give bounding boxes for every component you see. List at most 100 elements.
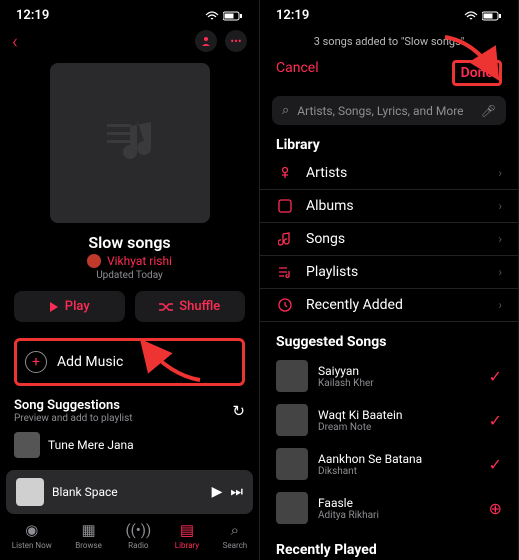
- recent-section-label: Recently Played: [260, 530, 518, 560]
- library-row-songs[interactable]: Songs ›: [260, 223, 518, 256]
- now-playing-artwork: [16, 478, 44, 506]
- playlist-artwork: [0, 63, 259, 223]
- status-bar: 12:19: [0, 0, 259, 25]
- add-music-label: Add Music: [57, 354, 123, 370]
- shuffle-button[interactable]: Shuffle: [135, 291, 246, 322]
- playlist-title: Slow songs: [0, 233, 259, 252]
- suggestion-title: Tune Mere Jana: [48, 438, 134, 452]
- song-artist: Dikshant: [318, 466, 479, 477]
- library-row-label: Albums: [306, 198, 486, 214]
- wifi-icon: [464, 11, 478, 21]
- phone-left-playlist: 12:19 ‹ ••• Slow songs Vi: [0, 0, 259, 560]
- song-artwork: [276, 492, 308, 524]
- cancel-button[interactable]: Cancel: [276, 60, 319, 86]
- play-button[interactable]: Play: [14, 291, 125, 322]
- tab-listen-now[interactable]: ◉ Listen Now: [12, 521, 52, 550]
- song-artist: Aditya Rikhari: [318, 510, 479, 521]
- add-circle-icon[interactable]: ⊕: [489, 499, 502, 518]
- header-actions: •••: [195, 30, 247, 52]
- library-row-label: Recently Added: [306, 297, 486, 313]
- search-icon: ⌕: [231, 521, 239, 539]
- song-title: Faasle: [318, 496, 479, 510]
- status-bar: 12:19: [260, 0, 518, 25]
- tab-library[interactable]: ▤ Library: [175, 521, 199, 550]
- back-button[interactable]: ‹: [12, 29, 18, 53]
- status-time: 12:19: [276, 8, 309, 23]
- chevron-right-icon: ›: [498, 232, 502, 246]
- chevron-right-icon: ›: [498, 298, 502, 312]
- songs-icon: [276, 232, 294, 246]
- suggestion-artwork: [14, 432, 40, 458]
- battery-icon: [223, 11, 243, 21]
- library-section-label: Library: [260, 125, 518, 157]
- playlist-author: Vikhyat rishi: [107, 254, 172, 268]
- status-time: 12:19: [16, 8, 49, 23]
- tab-radio[interactable]: ((•)) Radio: [125, 521, 151, 550]
- avatar: [87, 254, 101, 268]
- albums-icon: [276, 199, 294, 213]
- tab-bar: ◉ Listen Now ▦ Browse ((•)) Radio ▤ Libr…: [0, 515, 259, 560]
- refresh-button[interactable]: ↻: [232, 402, 245, 420]
- play-shuffle-row: Play Shuffle: [0, 281, 259, 332]
- chevron-right-icon: ›: [498, 199, 502, 213]
- song-text: SaiyyanKailash Kher: [318, 364, 479, 389]
- dictation-icon[interactable]: 🎤︎: [481, 104, 496, 118]
- library-row-label: Artists: [306, 165, 486, 181]
- battery-icon: [482, 11, 502, 21]
- song-title: Saiyyan: [318, 364, 479, 378]
- playlist-author-row[interactable]: Vikhyat rishi: [0, 254, 259, 268]
- suggestion-item[interactable]: Tune Mere Jana: [14, 432, 245, 458]
- song-text: Aankhon Se BatanaDikshant: [318, 452, 479, 477]
- artists-icon: [276, 166, 294, 180]
- search-placeholder: Artists, Songs, Lyrics, and More: [297, 104, 472, 118]
- suggested-song-row[interactable]: FaasleAditya Rikhari ⊕: [260, 486, 518, 530]
- library-row-label: Playlists: [306, 264, 486, 280]
- library-row-label: Songs: [306, 231, 486, 247]
- suggested-song-row[interactable]: SaiyyanKailash Kher ✓: [260, 354, 518, 398]
- forward-icon[interactable]: ⏭: [230, 484, 243, 500]
- suggested-song-row[interactable]: Aankhon Se BatanaDikshant ✓: [260, 442, 518, 486]
- checkmark-icon: ✓: [489, 367, 502, 386]
- song-artwork: [276, 360, 308, 392]
- radio-icon: ((•)): [125, 521, 151, 539]
- library-row-recent[interactable]: Recently Added ›: [260, 289, 518, 322]
- checkmark-icon: ✓: [489, 411, 502, 430]
- library-row-playlists[interactable]: Playlists›: [260, 256, 518, 289]
- song-text: Waqt Ki BaateinDream Note: [318, 408, 479, 433]
- library-row-artists[interactable]: Artists ›: [260, 157, 518, 190]
- suggested-song-row[interactable]: Waqt Ki BaateinDream Note ✓: [260, 398, 518, 442]
- checkmark-icon: ✓: [489, 455, 502, 474]
- tab-browse[interactable]: ▦ Browse: [75, 521, 102, 550]
- play-icon: [49, 302, 59, 312]
- library-row-albums[interactable]: Albums ›: [260, 190, 518, 223]
- more-button[interactable]: •••: [225, 30, 247, 52]
- song-text: FaasleAditya Rikhari: [318, 496, 479, 521]
- done-button[interactable]: Done: [452, 60, 502, 86]
- person-icon: [200, 35, 212, 47]
- play-circle-icon: ◉: [25, 521, 38, 539]
- tab-search[interactable]: ⌕ Search: [223, 521, 248, 550]
- now-playing-title: Blank Space: [52, 485, 204, 499]
- play-pause-icon[interactable]: ▶: [212, 484, 223, 500]
- chevron-right-icon: ›: [498, 166, 502, 180]
- song-title: Aankhon Se Batana: [318, 452, 479, 466]
- collaborate-button[interactable]: [195, 30, 217, 52]
- suggestions-title: Song Suggestions: [14, 398, 133, 413]
- song-title: Waqt Ki Baatein: [318, 408, 479, 422]
- song-artwork: [276, 404, 308, 436]
- toast-message: 3 songs added to "Slow songs": [260, 35, 518, 48]
- add-music-button[interactable]: + Add Music: [14, 338, 245, 386]
- plus-icon: +: [25, 351, 47, 373]
- search-input[interactable]: ⌕ Artists, Songs, Lyrics, and More 🎤︎: [272, 96, 506, 125]
- status-icons: [205, 11, 243, 21]
- nav-header: ‹ •••: [0, 25, 259, 57]
- now-playing-bar[interactable]: Blank Space ▶ ⏭: [6, 470, 253, 514]
- wifi-icon: [205, 11, 219, 21]
- playlists-icon: [276, 265, 294, 279]
- search-icon: ⌕: [282, 103, 289, 118]
- playlist-updated: Updated Today: [0, 270, 259, 281]
- shuffle-icon: [159, 302, 173, 312]
- library-icon: ▤: [180, 521, 194, 539]
- suggested-section-label: Suggested Songs: [260, 322, 518, 354]
- ellipsis-icon: •••: [230, 35, 241, 48]
